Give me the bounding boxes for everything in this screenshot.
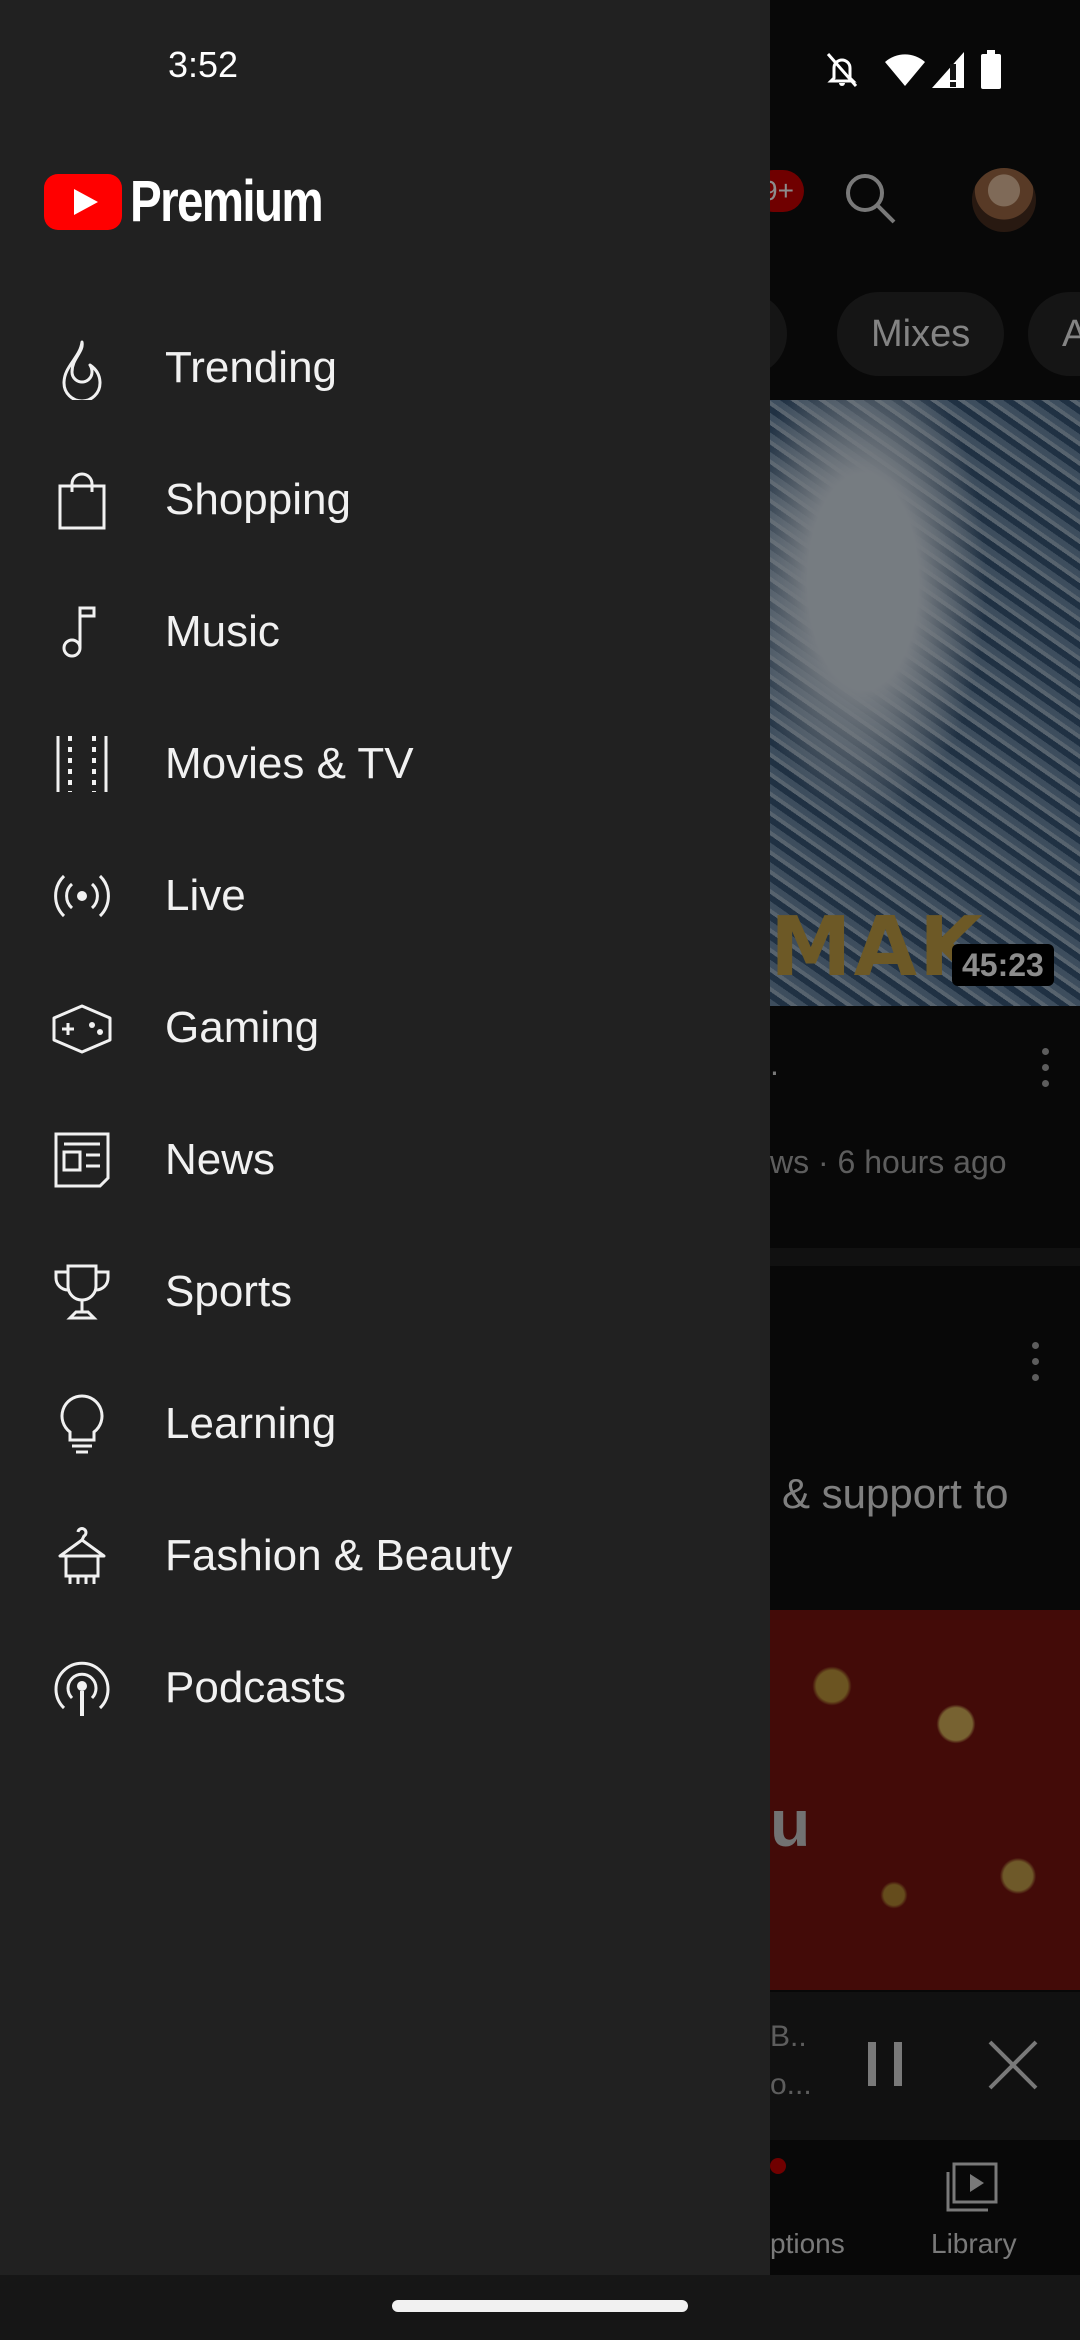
signal-icon: [930, 50, 966, 95]
menu-label: News: [165, 1135, 276, 1184]
navigation-drawer: Premium Trending Shopping Music Movies &…: [0, 0, 770, 2275]
notifications-off-icon: [822, 50, 862, 95]
menu-item-trending[interactable]: Trending: [0, 302, 770, 434]
trophy-icon: [50, 1260, 114, 1324]
newspaper-icon: [50, 1128, 114, 1192]
explore-menu: Trending Shopping Music Movies & TV Live: [0, 302, 770, 1754]
music-note-icon: [50, 600, 114, 664]
menu-item-shopping[interactable]: Shopping: [0, 434, 770, 566]
menu-label: Trending: [165, 343, 338, 392]
shopping-bag-icon: [50, 468, 114, 532]
menu-label: Learning: [165, 1399, 337, 1448]
live-broadcast-icon: [50, 864, 114, 928]
menu-item-fashion-beauty[interactable]: Fashion & Beauty: [0, 1490, 770, 1622]
logo-text: Premium: [130, 169, 324, 234]
menu-label: Live: [165, 871, 246, 920]
menu-item-podcasts[interactable]: Podcasts: [0, 1622, 770, 1754]
menu-item-movies-tv[interactable]: Movies & TV: [0, 698, 770, 830]
battery-icon: [980, 50, 1002, 95]
menu-label: Music: [165, 607, 280, 656]
menu-item-learning[interactable]: Learning: [0, 1358, 770, 1490]
menu-label: Movies & TV: [165, 739, 414, 788]
menu-label: Sports: [165, 1267, 293, 1316]
menu-item-news[interactable]: News: [0, 1094, 770, 1226]
status-bar: 3:52: [0, 0, 1080, 140]
hanger-icon: [50, 1524, 114, 1588]
menu-item-sports[interactable]: Sports: [0, 1226, 770, 1358]
home-indicator[interactable]: [392, 2300, 688, 2312]
menu-label: Gaming: [165, 1003, 320, 1052]
wifi-icon: [884, 50, 926, 95]
menu-label: Fashion & Beauty: [165, 1531, 513, 1580]
youtube-play-icon: [44, 174, 122, 230]
trending-flame-icon: [50, 336, 114, 403]
menu-label: Shopping: [165, 475, 351, 524]
menu-item-live[interactable]: Live: [0, 830, 770, 962]
podcast-icon: [50, 1656, 114, 1720]
lightbulb-icon: [50, 1392, 114, 1456]
menu-item-gaming[interactable]: Gaming: [0, 962, 770, 1094]
menu-label: Podcasts: [165, 1663, 346, 1712]
status-time: 3:52: [168, 44, 239, 85]
film-strip-icon: [50, 732, 114, 796]
gamepad-icon: [50, 996, 114, 1060]
menu-item-music[interactable]: Music: [0, 566, 770, 698]
